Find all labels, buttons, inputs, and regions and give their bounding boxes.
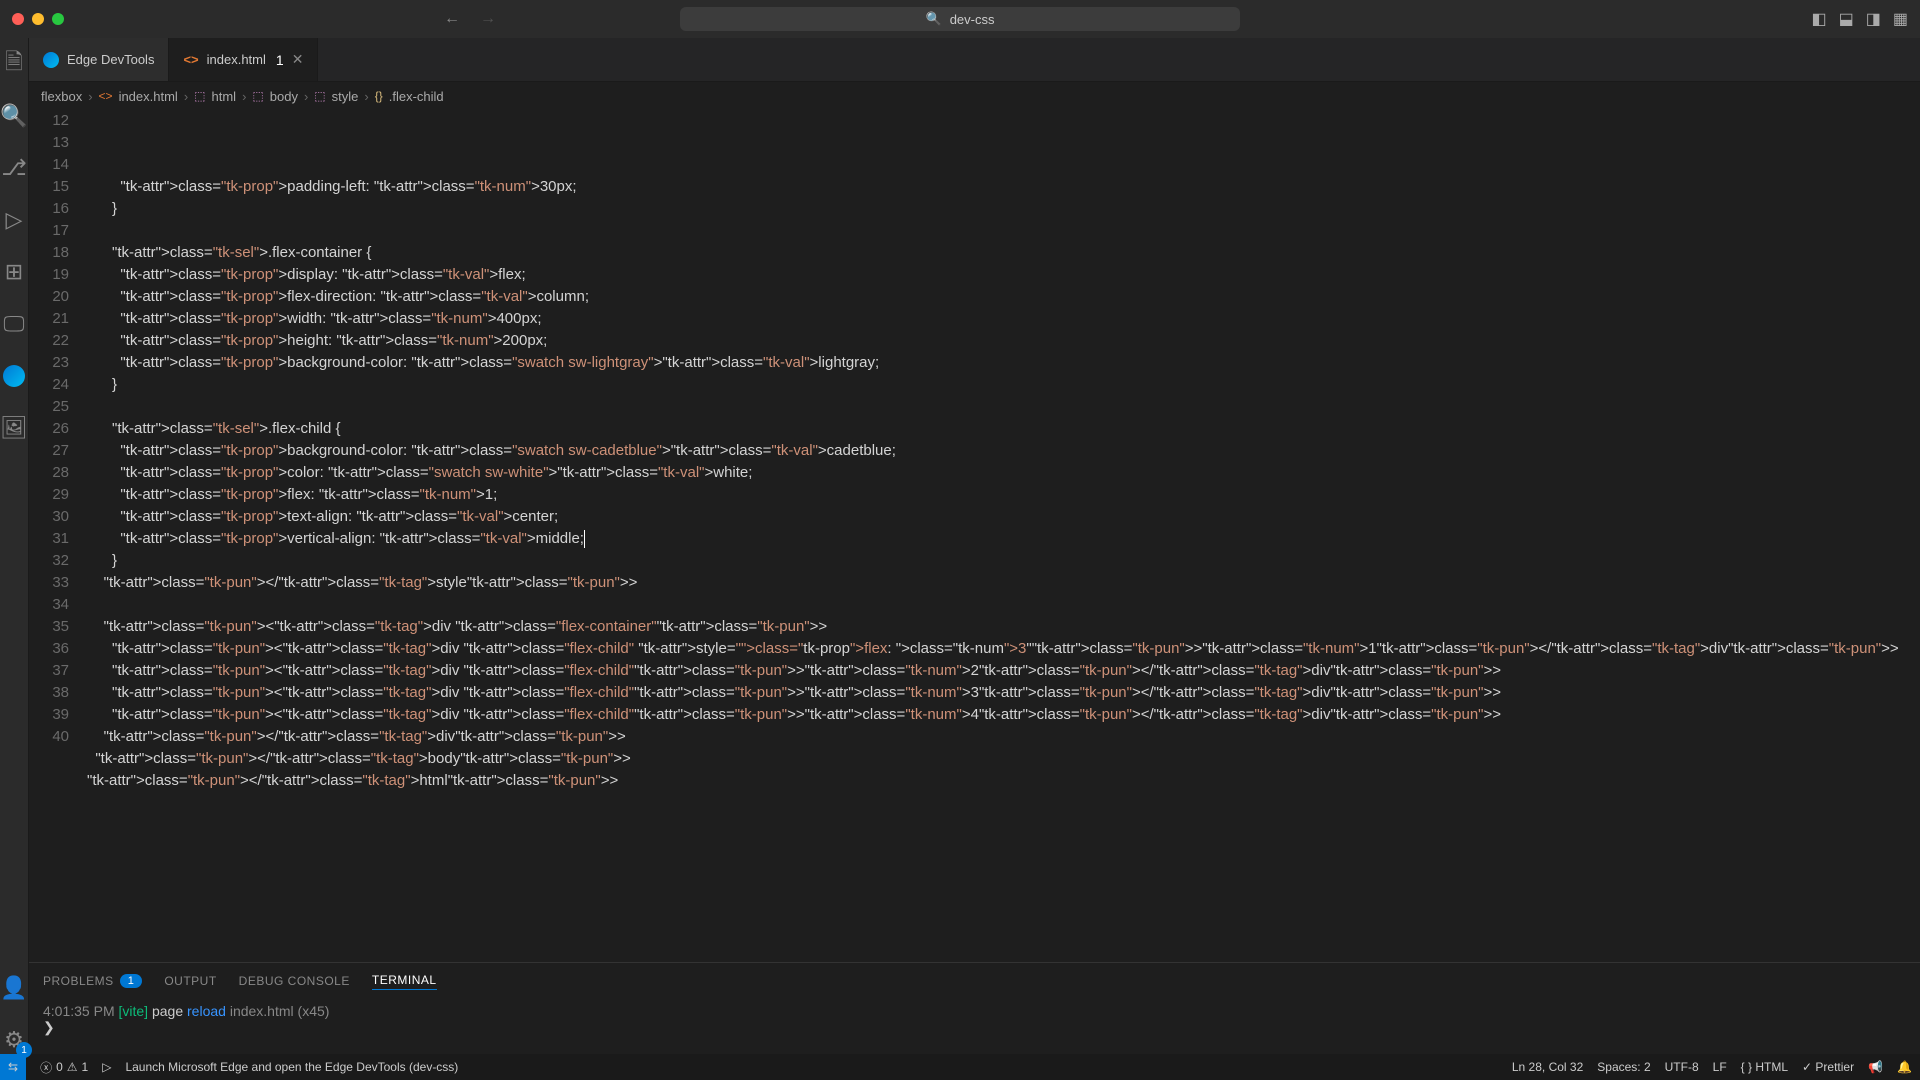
panel-tab-label: OUTPUT: [164, 974, 216, 988]
tab-label: Edge DevTools: [67, 52, 154, 67]
tab-index-html[interactable]: <> index.html 1 ✕: [169, 38, 318, 81]
bc-item[interactable]: .flex-child: [389, 89, 444, 104]
editor-tabs: Edge DevTools <> index.html 1 ✕ ◫ ⋯: [29, 38, 1920, 82]
gutter: 1213141516171819202122232425262728293031…: [29, 110, 87, 962]
panel-tab-label: DEBUG CONSOLE: [239, 974, 350, 988]
code-editor[interactable]: 1213141516171819202122232425262728293031…: [29, 110, 1920, 962]
tab-label: index.html: [207, 52, 266, 67]
tab-output[interactable]: OUTPUT: [164, 974, 216, 988]
search-icon: 🔍: [926, 11, 942, 27]
warning-icon: ⚠: [67, 1060, 78, 1074]
settings-icon[interactable]: ⚙1: [0, 1026, 28, 1054]
status-lang[interactable]: { } HTML: [1741, 1060, 1788, 1074]
term-reload: reload: [187, 1003, 226, 1019]
tab-edge-devtools[interactable]: Edge DevTools: [29, 38, 169, 81]
status-prettier[interactable]: ✓ Prettier: [1802, 1060, 1854, 1074]
extensions-icon[interactable]: ⊞: [0, 258, 28, 286]
statusbar: ⇆ ⓧ0 ⚠1 ▷ Launch Microsoft Edge and open…: [0, 1054, 1920, 1080]
status-eol[interactable]: LF: [1713, 1060, 1727, 1074]
titlebar: ← → 🔍 dev-css ◧ ⬓ ◨ ▦: [0, 0, 1920, 38]
settings-badge: 1: [16, 1042, 32, 1058]
layout-controls: ◧ ⬓ ◨ ▦: [1812, 9, 1909, 29]
editor-pane: Edge DevTools <> index.html 1 ✕ ◫ ⋯ flex…: [29, 38, 1920, 962]
debug-icon[interactable]: ▷: [102, 1060, 111, 1074]
status-encoding[interactable]: UTF-8: [1665, 1060, 1699, 1074]
tab-terminal[interactable]: TERMINAL: [372, 973, 437, 990]
bc-item[interactable]: flexbox: [41, 89, 82, 104]
explorer-icon[interactable]: 🗎: [0, 50, 28, 78]
panel-right-icon[interactable]: ◨: [1866, 9, 1881, 29]
search-text: dev-css: [950, 12, 995, 27]
term-vite: [vite]: [119, 1003, 149, 1019]
window-controls: [12, 13, 64, 25]
status-errors[interactable]: ⓧ0 ⚠1: [40, 1059, 88, 1076]
bc-item[interactable]: html: [212, 89, 237, 104]
panel-left-icon[interactable]: ◧: [1812, 9, 1827, 29]
problems-badge: 1: [120, 974, 143, 988]
term-time: 4:01:35 PM: [43, 1003, 115, 1019]
status-launch-msg[interactable]: Launch Microsoft Edge and open the Edge …: [125, 1060, 458, 1074]
feedback-icon[interactable]: 📢: [1868, 1060, 1883, 1074]
panel-tabs: PROBLEMS 1 OUTPUT DEBUG CONSOLE TERMINAL…: [29, 963, 1920, 999]
dirty-badge: 1: [276, 52, 284, 68]
bc-item[interactable]: index.html: [119, 89, 178, 104]
nav-arrows: ← →: [444, 10, 496, 28]
remote-explorer-icon[interactable]: 🖵: [0, 310, 28, 338]
image-icon[interactable]: 🖼: [0, 414, 28, 442]
breadcrumb[interactable]: flexbox› <>index.html› ⬚html› ⬚body› ⬚st…: [29, 82, 1920, 110]
terminal[interactable]: 4:01:35 PM [vite] page reload index.html…: [29, 999, 1920, 1054]
activity-bar: 🗎 🔍 ⎇ ▷ ⊞ 🖵 🖼 👤 ⚙1: [0, 38, 29, 1054]
term-prompt: ❯: [43, 1019, 1920, 1036]
forward-icon[interactable]: →: [480, 10, 496, 28]
status-cursor[interactable]: Ln 28, Col 32: [1512, 1060, 1583, 1074]
layout-grid-icon[interactable]: ▦: [1893, 9, 1908, 29]
term-count: (x45): [298, 1003, 330, 1019]
bc-item[interactable]: body: [270, 89, 298, 104]
bell-icon[interactable]: 🔔: [1897, 1060, 1912, 1074]
bc-item[interactable]: style: [332, 89, 359, 104]
term-file: index.html: [230, 1003, 294, 1019]
status-spaces[interactable]: Spaces: 2: [1597, 1060, 1650, 1074]
html-file-icon: <>: [183, 52, 198, 67]
bottom-panel: PROBLEMS 1 OUTPUT DEBUG CONSOLE TERMINAL…: [29, 962, 1920, 1054]
panel-tab-label: PROBLEMS: [43, 974, 114, 988]
panel-tab-label: TERMINAL: [372, 973, 437, 987]
error-icon: ⓧ: [40, 1059, 52, 1076]
edge-icon: [43, 52, 59, 68]
close-icon[interactable]: ✕: [292, 51, 304, 68]
source-control-icon[interactable]: ⎇: [0, 154, 28, 182]
code-content[interactable]: "tk-attr">class="tk-prop">padding-left: …: [87, 110, 1920, 962]
tab-problems[interactable]: PROBLEMS 1: [43, 974, 142, 988]
remote-icon: ⇆: [8, 1060, 18, 1074]
back-icon[interactable]: ←: [444, 10, 460, 28]
panel-bottom-icon[interactable]: ⬓: [1839, 9, 1854, 29]
tab-debug-console[interactable]: DEBUG CONSOLE: [239, 974, 350, 988]
edge-tools-icon[interactable]: [0, 362, 28, 390]
close-window-icon[interactable]: [12, 13, 24, 25]
maximize-window-icon[interactable]: [52, 13, 64, 25]
term-text: page: [152, 1003, 183, 1019]
accounts-icon[interactable]: 👤: [0, 974, 28, 1002]
command-center[interactable]: 🔍 dev-css: [680, 7, 1240, 31]
search-activity-icon[interactable]: 🔍: [0, 102, 28, 130]
minimize-window-icon[interactable]: [32, 13, 44, 25]
run-debug-icon[interactable]: ▷: [0, 206, 28, 234]
